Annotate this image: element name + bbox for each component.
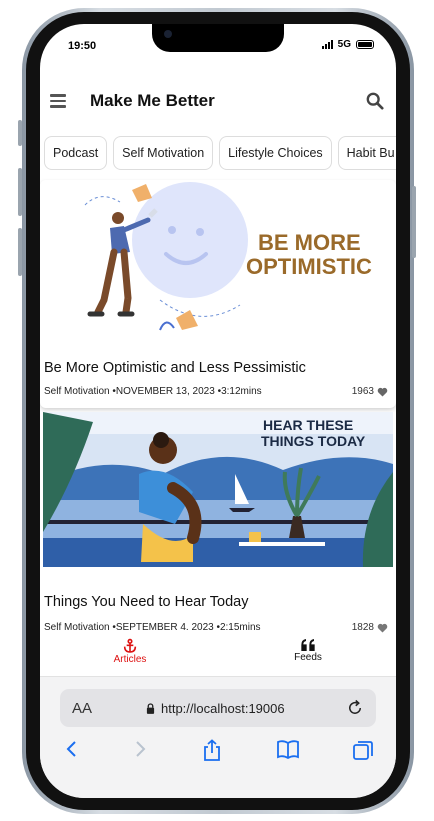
status-time: 19:50 bbox=[68, 40, 97, 52]
battery-icon bbox=[356, 40, 374, 49]
likes-count[interactable]: 1828 bbox=[352, 622, 388, 633]
address-bar[interactable]: AA http://localhost:19006 bbox=[60, 689, 376, 727]
power-button bbox=[412, 186, 416, 258]
tab-feeds[interactable]: Feeds bbox=[268, 638, 348, 663]
bookmarks-icon[interactable] bbox=[276, 739, 300, 759]
browser-toolbar: AA http://localhost:19006 bbox=[40, 676, 396, 798]
category-chips: Podcast Self Motivation Lifestyle Choice… bbox=[44, 136, 396, 172]
tabs-icon[interactable] bbox=[352, 739, 374, 761]
mute-switch bbox=[18, 120, 22, 146]
url-display[interactable]: http://localhost:19006 bbox=[146, 701, 285, 716]
tab-articles-label: Articles bbox=[113, 654, 147, 665]
hamburger-menu-icon[interactable] bbox=[50, 94, 66, 108]
anchor-icon bbox=[123, 638, 137, 653]
image-headline-line2: THINGS TODAY bbox=[261, 433, 366, 449]
search-icon[interactable] bbox=[366, 92, 384, 110]
likes-count[interactable]: 1963 bbox=[352, 386, 388, 397]
image-headline-line1: HEAR THESE bbox=[263, 417, 353, 433]
chip-self-motivation[interactable]: Self Motivation bbox=[113, 136, 214, 170]
article-title[interactable]: Things You Need to Hear Today bbox=[44, 594, 249, 610]
forward-icon[interactable] bbox=[132, 739, 148, 759]
article-title[interactable]: Be More Optimistic and Less Pessimistic bbox=[44, 360, 306, 376]
article-meta: Self Motivation •SEPTEMBER 4. 2023 •2:15… bbox=[44, 622, 261, 633]
camera bbox=[164, 30, 172, 38]
heart-icon[interactable] bbox=[377, 623, 388, 633]
quote-icon bbox=[301, 639, 315, 651]
back-icon[interactable] bbox=[64, 739, 80, 759]
bottom-tab-bar: Articles Feeds bbox=[40, 636, 396, 676]
url-text: http://localhost:19006 bbox=[161, 701, 285, 716]
signal-icon bbox=[321, 40, 333, 49]
app-header: Make Me Better bbox=[40, 84, 396, 118]
tab-articles[interactable]: Articles bbox=[90, 638, 170, 665]
notch bbox=[152, 24, 284, 52]
likes-value: 1828 bbox=[351, 622, 374, 633]
text-size-button[interactable]: AA bbox=[72, 700, 92, 717]
network-label: 5G bbox=[337, 39, 351, 50]
article-card[interactable]: BE MORE OPTIMISTIC Be More Optimistic an… bbox=[40, 180, 396, 408]
article-image-hear-today[interactable]: HEAR THESE THINGS TODAY bbox=[43, 412, 393, 567]
article-card[interactable]: HEAR THESE THINGS TODAY Things You Need … bbox=[40, 412, 396, 644]
volume-down-button bbox=[18, 228, 22, 276]
screen: 19:50 5G Make Me Better Podcast Self Mot… bbox=[40, 24, 396, 798]
chip-podcast[interactable]: Podcast bbox=[44, 136, 108, 170]
heart-icon[interactable] bbox=[377, 387, 388, 397]
lock-icon bbox=[146, 703, 155, 714]
volume-up-button bbox=[18, 168, 22, 216]
image-headline-line1: BE MORE bbox=[258, 230, 361, 255]
share-icon[interactable] bbox=[202, 739, 222, 761]
tab-feeds-label: Feeds bbox=[294, 652, 322, 663]
image-headline-line2: OPTIMISTIC bbox=[246, 254, 372, 279]
browser-nav-row bbox=[40, 739, 396, 769]
reload-icon[interactable] bbox=[346, 699, 364, 717]
status-indicators: 5G bbox=[321, 39, 374, 50]
article-meta: Self Motivation •NOVEMBER 13, 2023 •3:12… bbox=[44, 386, 262, 397]
app-title: Make Me Better bbox=[90, 91, 215, 110]
chip-habit-building[interactable]: Habit Bu bbox=[337, 136, 396, 170]
article-image-optimistic[interactable]: BE MORE OPTIMISTIC bbox=[40, 180, 396, 340]
chip-lifestyle-choices[interactable]: Lifestyle Choices bbox=[219, 136, 332, 170]
likes-value: 1963 bbox=[351, 386, 374, 397]
